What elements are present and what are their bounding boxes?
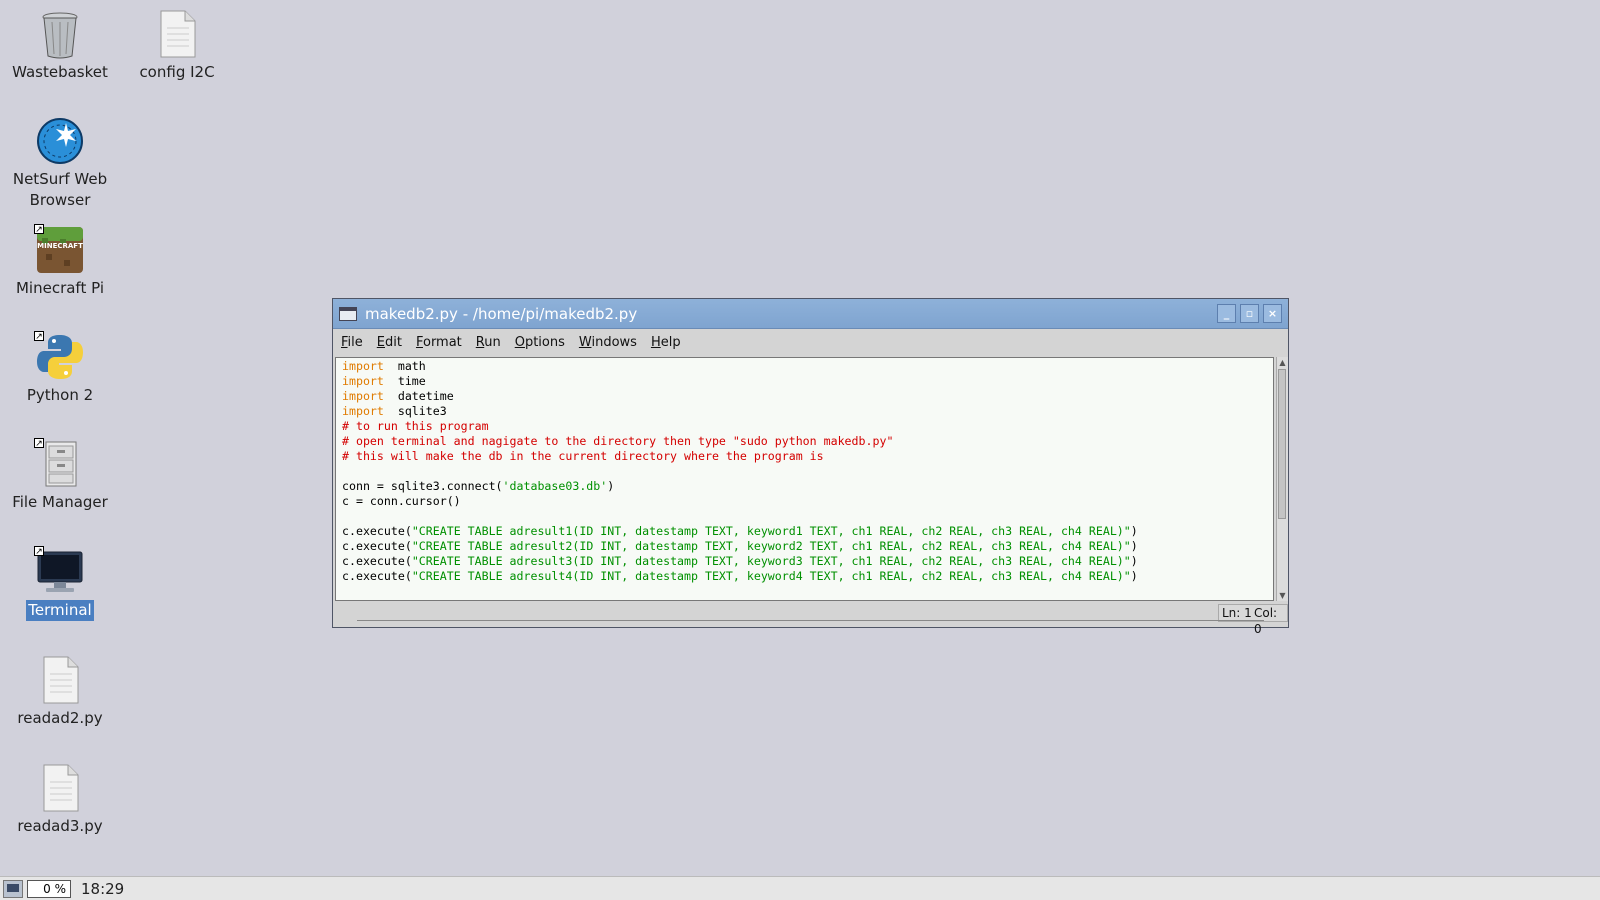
menu-windows[interactable]: Windows xyxy=(572,335,644,350)
python-icon: ↗ xyxy=(34,331,86,383)
shortcut-arrow-icon: ↗ xyxy=(34,438,44,449)
clock[interactable]: 18:29 xyxy=(81,880,124,898)
code-line[interactable]: # to run this program xyxy=(342,419,1267,434)
code-line[interactable]: c.execute("CREATE TABLE adresult1(ID INT… xyxy=(342,524,1267,539)
desktop-icon-label: config I2C xyxy=(139,63,215,81)
show-desktop-icon[interactable] xyxy=(3,879,23,898)
status-bar: Ln: 1 Col: 0 xyxy=(333,603,1288,636)
desktop-icon-readad3[interactable]: readad3.py xyxy=(1,762,119,837)
desktop-icon-label: File Manager xyxy=(12,493,108,511)
scrollbar-thumb[interactable] xyxy=(1278,369,1286,519)
file-icon xyxy=(34,654,86,706)
scroll-up-arrow-icon[interactable]: ▲ xyxy=(1278,358,1287,367)
code-line[interactable]: c.execute("CREATE TABLE adresult2(ID INT… xyxy=(342,539,1267,554)
code-line[interactable]: c.execute("CREATE TABLE adresult3(ID INT… xyxy=(342,554,1267,569)
menu-help[interactable]: Help xyxy=(644,335,688,350)
window-icon xyxy=(339,306,357,321)
code-line[interactable]: import time xyxy=(342,374,1267,389)
menu-options[interactable]: Options xyxy=(508,335,572,350)
code-editor[interactable]: import math import time import datetime imp… xyxy=(335,357,1274,601)
idle-editor-window[interactable]: makedb2.py - /home/pi/makedb2.py _ ▫ × F… xyxy=(332,298,1289,636)
trash-icon xyxy=(34,8,86,60)
menubar: File Edit Format Run Options Windows Hel… xyxy=(333,329,1288,355)
code-line[interactable]: import datetime xyxy=(342,389,1267,404)
desktop-icon-label: NetSurf Web Browser xyxy=(12,170,108,209)
scroll-down-arrow-icon[interactable]: ▼ xyxy=(1278,591,1287,600)
code-line[interactable]: import math xyxy=(342,359,1267,374)
desktop-icon-label: Terminal xyxy=(26,600,94,621)
vertical-scrollbar[interactable]: ▲ ▼ xyxy=(1276,357,1288,601)
minecraft-icon: ↗ MINECRAFT xyxy=(34,224,86,276)
minimize-button[interactable]: _ xyxy=(1217,304,1236,323)
shortcut-arrow-icon: ↗ xyxy=(34,331,44,342)
maximize-button[interactable]: ▫ xyxy=(1240,304,1259,323)
file-icon xyxy=(151,8,203,60)
desktop-icon-label: readad3.py xyxy=(17,817,103,835)
desktop-icon-label: Wastebasket xyxy=(12,63,108,81)
desktop-icon-label: Python 2 xyxy=(26,386,94,404)
desktop-icon-netsurf[interactable]: NetSurf Web Browser xyxy=(1,115,119,211)
horizontal-scrollbar[interactable] xyxy=(357,620,1264,623)
code-line[interactable]: import sqlite3 xyxy=(342,404,1267,419)
desktop-icon-readad2[interactable]: readad2.py xyxy=(1,654,119,729)
menu-file[interactable]: File xyxy=(333,335,370,350)
window-titlebar[interactable]: makedb2.py - /home/pi/makedb2.py _ ▫ × xyxy=(333,299,1288,329)
taskbar: 0 % 18:29 xyxy=(0,876,1600,900)
code-line[interactable]: conn = sqlite3.connect('database03.db') xyxy=(342,479,1267,494)
file-icon xyxy=(34,762,86,814)
svg-text:MINECRAFT: MINECRAFT xyxy=(37,242,83,250)
menu-run[interactable]: Run xyxy=(469,335,508,350)
globe-icon xyxy=(34,115,86,167)
desktop-icon-python2[interactable]: ↗ Python 2 xyxy=(1,331,119,406)
shortcut-arrow-icon: ↗ xyxy=(34,546,44,557)
desktop-icon-label: Minecraft Pi xyxy=(15,279,104,297)
code-line[interactable]: c.execute("CREATE TABLE adresult4(ID INT… xyxy=(342,569,1267,584)
close-button[interactable]: × xyxy=(1263,304,1282,323)
cpu-monitor[interactable]: 0 % xyxy=(27,879,71,898)
code-line[interactable] xyxy=(342,509,1267,524)
code-text[interactable]: import math import time import datetime imp… xyxy=(336,358,1273,585)
code-line[interactable]: # open terminal and nagigate to the dire… xyxy=(342,434,1267,449)
code-line[interactable] xyxy=(342,464,1267,479)
desktop-icon-label: readad2.py xyxy=(17,709,103,727)
desktop-icon-config-i2c[interactable]: config I2C xyxy=(118,8,236,83)
desktop-icon-file-manager[interactable]: ↗ File Manager xyxy=(1,438,119,513)
window-title: makedb2.py - /home/pi/makedb2.py xyxy=(365,304,638,323)
monitor-icon: ↗ xyxy=(34,546,86,598)
menu-edit[interactable]: Edit xyxy=(370,335,409,350)
cabinet-icon: ↗ xyxy=(34,438,86,490)
desktop-icon-wastebasket[interactable]: Wastebasket xyxy=(1,8,119,83)
shortcut-arrow-icon: ↗ xyxy=(34,224,44,235)
code-line[interactable]: c = conn.cursor() xyxy=(342,494,1267,509)
code-line[interactable]: # this will make the db in the current d… xyxy=(342,449,1267,464)
menu-format[interactable]: Format xyxy=(409,335,469,350)
desktop-icon-minecraft[interactable]: ↗ MINECRAFT Minecraft Pi xyxy=(1,224,119,299)
desktop-icon-terminal[interactable]: ↗ Terminal xyxy=(1,546,119,621)
